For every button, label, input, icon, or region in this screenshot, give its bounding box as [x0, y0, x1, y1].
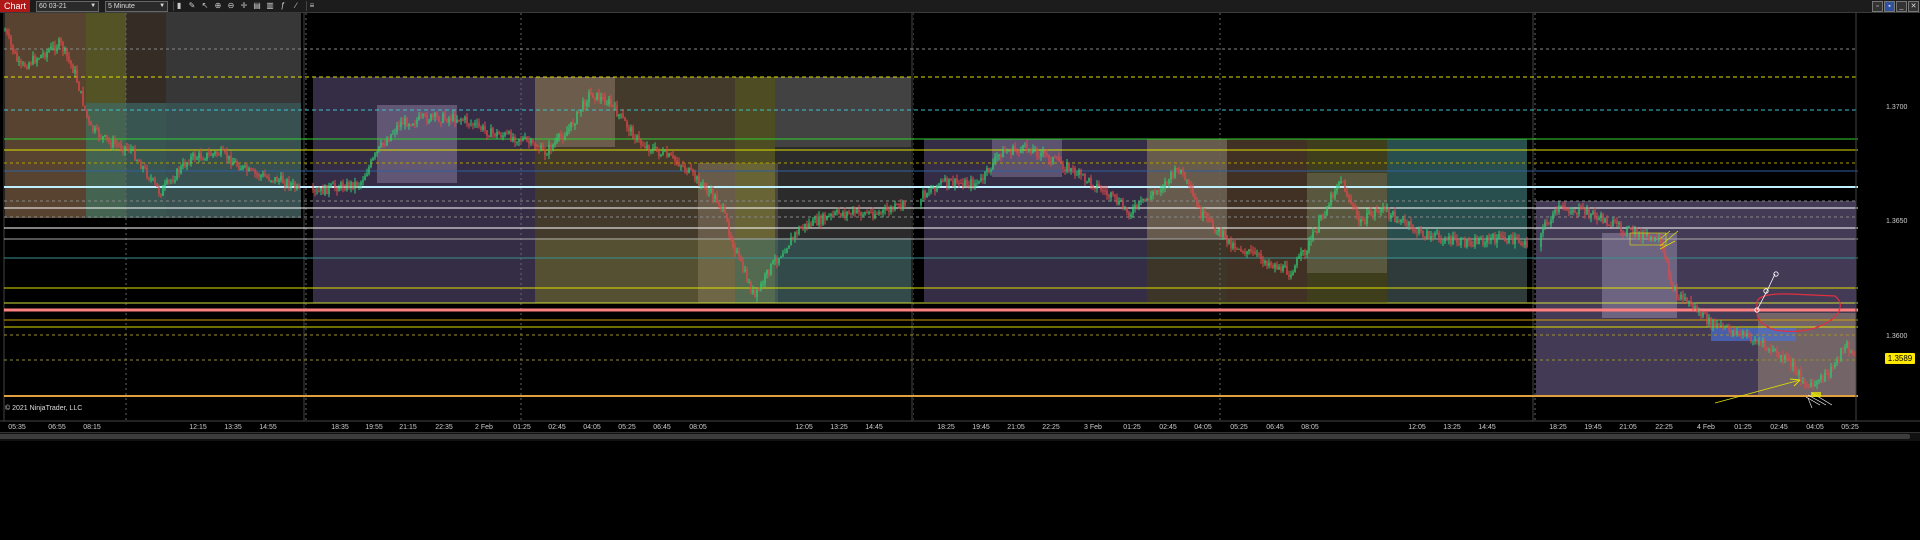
time-tick: 02:45	[1770, 424, 1788, 431]
time-tick: 04:05	[583, 424, 601, 431]
time-tick: 18:25	[1549, 424, 1567, 431]
session-zone	[535, 238, 735, 303]
properties-icon[interactable]: ▤	[252, 1, 262, 11]
time-tick: 05:25	[1230, 424, 1248, 431]
time-tick: 19:55	[365, 424, 383, 431]
drawing-tools-icon[interactable]: ∕	[291, 1, 301, 11]
time-tick: 01:25	[513, 424, 531, 431]
marker-drawing	[1811, 392, 1821, 397]
time-tick: 08:15	[83, 424, 101, 431]
time-tick: 12:05	[795, 424, 813, 431]
chevron-down-icon: ▼	[159, 2, 166, 9]
time-tick: 14:55	[259, 424, 277, 431]
time-tick: 21:15	[399, 424, 417, 431]
instrument-value: 60 03-21	[39, 2, 67, 10]
time-tick: 05:25	[618, 424, 636, 431]
app-title: Chart	[0, 0, 31, 12]
time-tick: 04:05	[1194, 424, 1212, 431]
interval-selector[interactable]: 5 Minute ▼	[105, 0, 169, 12]
time-tick: 18:35	[331, 424, 349, 431]
time-tick: 21:05	[1007, 424, 1025, 431]
copyright-text: © 2021 NinjaTrader, LLC	[5, 405, 83, 412]
time-tick: 14:45	[865, 424, 883, 431]
restore-icon[interactable]: ▫	[1872, 1, 1883, 12]
time-tick: 4 Feb	[1697, 424, 1715, 431]
scrollbar-thumb[interactable]	[0, 434, 1910, 439]
time-tick: 08:05	[1301, 424, 1319, 431]
price-chart[interactable]	[0, 13, 1920, 431]
session-zone	[775, 77, 913, 147]
time-tick: 13:35	[224, 424, 242, 431]
chevron-down-icon: ▼	[90, 2, 97, 9]
time-tick: 22:35	[435, 424, 453, 431]
price-tick: 1.3600	[1886, 333, 1908, 340]
zoom-icon[interactable]: ⊕	[213, 1, 223, 11]
session-zone	[535, 77, 615, 147]
pencil-icon[interactable]: ✎	[187, 1, 197, 11]
time-tick: 19:45	[1584, 424, 1602, 431]
session-zone	[735, 238, 913, 303]
time-tick: 02:45	[1159, 424, 1177, 431]
time-tick: 22:25	[1655, 424, 1673, 431]
time-tick: 12:15	[189, 424, 207, 431]
session-zone	[1387, 258, 1527, 303]
time-tick: 14:45	[1478, 424, 1496, 431]
time-tick: 19:45	[972, 424, 990, 431]
crosshair-icon[interactable]: ✛	[239, 1, 249, 11]
current-price-label: 1.3589	[1885, 353, 1915, 364]
time-tick: 01:25	[1734, 424, 1752, 431]
bottom-empty-area	[0, 441, 1920, 540]
time-tick: 06:55	[48, 424, 66, 431]
time-tick: 13:25	[830, 424, 848, 431]
cursor-icon[interactable]: ↖	[200, 1, 210, 11]
zoom-out-icon[interactable]: ⊖	[226, 1, 236, 11]
chart-toolbar: Chart 60 03-21 ▼ 5 Minute ▼ ▮ ✎ ↖ ⊕ ⊖ ✛ ▤ …	[0, 0, 1920, 13]
time-tick: 22:25	[1042, 424, 1060, 431]
time-tick: 2 Feb	[475, 424, 493, 431]
price-tick: 1.3650	[1886, 218, 1908, 225]
time-tick: 08:05	[689, 424, 707, 431]
time-tick: 12:05	[1408, 424, 1426, 431]
price-tick: 1.3700	[1886, 104, 1908, 111]
indicators-icon[interactable]: ƒ	[278, 1, 288, 11]
time-tick: 18:25	[937, 424, 955, 431]
time-tick: 05:25	[1841, 424, 1859, 431]
session-zone	[1711, 328, 1796, 341]
time-tick: 01:25	[1123, 424, 1141, 431]
bar-chart-icon[interactable]: ▮	[173, 1, 184, 11]
time-tick: 04:05	[1806, 424, 1824, 431]
minimize-icon[interactable]: _	[1896, 1, 1907, 12]
time-tick: 05:35	[8, 424, 26, 431]
horizontal-scrollbar[interactable]	[0, 432, 1920, 441]
data-box-icon[interactable]: ≡	[306, 1, 317, 11]
time-tick: 13:25	[1443, 424, 1461, 431]
tile-icon[interactable]: ▪	[1884, 1, 1895, 12]
interval-value: 5 Minute	[108, 2, 135, 10]
time-tick: 21:05	[1619, 424, 1637, 431]
close-icon[interactable]: ✕	[1908, 1, 1919, 12]
time-tick: 06:45	[653, 424, 671, 431]
time-tick: 02:45	[548, 424, 566, 431]
instrument-selector[interactable]: 60 03-21 ▼	[36, 0, 100, 12]
session-zones	[4, 13, 1856, 396]
time-tick: 06:45	[1266, 424, 1284, 431]
strategies-icon[interactable]: ▥	[265, 1, 275, 11]
time-tick: 3 Feb	[1084, 424, 1102, 431]
